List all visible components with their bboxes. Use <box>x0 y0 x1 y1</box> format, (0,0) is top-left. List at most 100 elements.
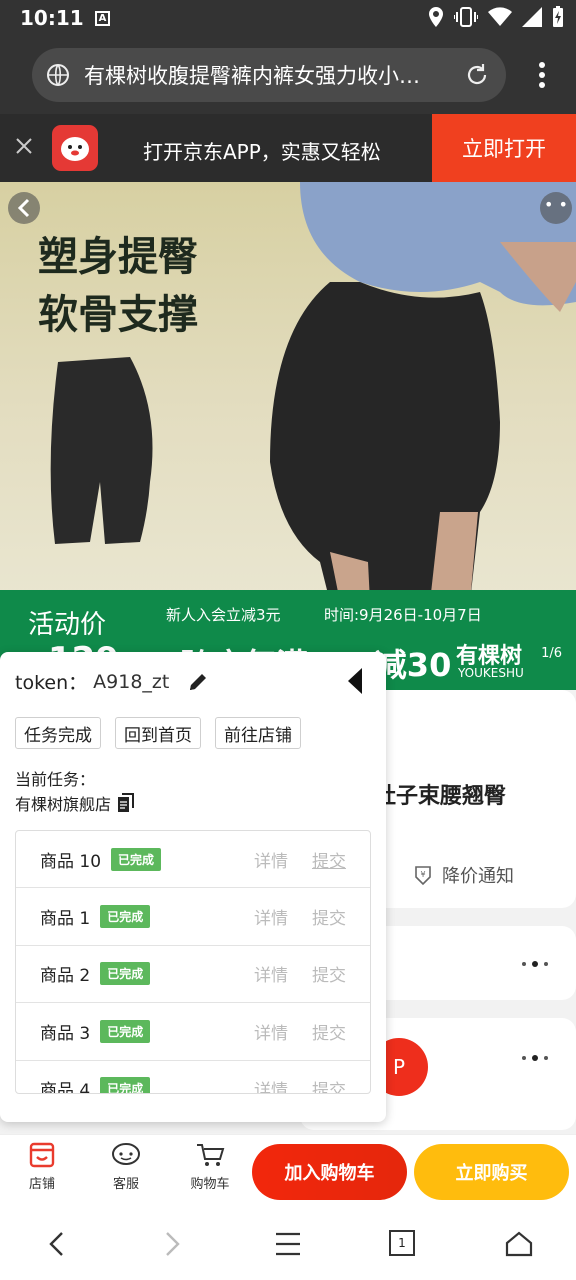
go-shop-button[interactable]: 前往店铺 <box>215 717 301 749</box>
more-dots-icon: • • <box>544 195 568 214</box>
image-counter: 1/6 <box>541 646 562 661</box>
copy-icon[interactable] <box>117 793 135 813</box>
collapse-panel-icon[interactable] <box>346 666 364 696</box>
headline-line-2: 软骨支撑 <box>38 292 198 338</box>
edit-pencil-icon[interactable] <box>187 671 209 693</box>
panel-button-row: 任务完成 回到首页 前往店铺 <box>15 717 301 749</box>
back-button[interactable] <box>8 192 40 224</box>
address-bar[interactable]: 有棵树收腹提臀裤内裤女强力收小… <box>32 48 506 102</box>
detail-link[interactable]: 详情 <box>254 904 288 929</box>
url-text[interactable]: 有棵树收腹提臀裤内裤女强力收小… <box>84 60 444 90</box>
token-value: A918_zt <box>93 670 170 693</box>
item-name: 商品 2 <box>40 966 91 987</box>
home-icon[interactable] <box>505 1230 533 1258</box>
task-list: 商品 10 已完成 详情 提交 商品 1 已完成 详情 提交 商品 2 已完成 … <box>15 830 371 1094</box>
clock: 10:11 <box>20 6 84 30</box>
product-action-bar: 店铺 客服 购物车 加入购物车 立即购买 <box>0 1134 576 1208</box>
token-label: token： <box>15 672 88 694</box>
task-row: 商品 3 已完成 详情 提交 <box>16 1003 370 1061</box>
task-complete-button[interactable]: 任务完成 <box>15 717 101 749</box>
status-badge: 已完成 <box>100 1019 151 1043</box>
submit-link[interactable]: 提交 <box>312 847 346 872</box>
item-name: 商品 1 <box>40 909 91 930</box>
jd-logo <box>52 125 98 171</box>
brand-name-en: YOUKESHU <box>458 666 524 680</box>
go-home-button[interactable]: 回到首页 <box>115 717 201 749</box>
a-notification-icon: A <box>95 11 110 26</box>
task-row: 商品 4 已完成 详情 提交 <box>16 1061 370 1094</box>
item-name: 商品 4 <box>40 1081 91 1094</box>
wifi-icon <box>488 7 512 27</box>
back-icon[interactable] <box>46 1230 66 1258</box>
battery-icon <box>553 6 563 27</box>
detail-link[interactable]: 详情 <box>254 961 288 986</box>
price-notice-button[interactable]: ¥ 降价通知 <box>412 862 514 888</box>
item-name: 商品 3 <box>40 1023 91 1044</box>
browser-nav-bar: 1 <box>0 1208 576 1280</box>
shop-icon <box>29 1142 55 1168</box>
shop-label: 店铺 <box>28 1177 55 1192</box>
status-badge: 已完成 <box>100 962 151 986</box>
spec-dots-icon <box>522 961 548 967</box>
task-row: 商品 10 已完成 详情 提交 <box>16 831 370 889</box>
open-app-button[interactable]: 立即打开 <box>432 114 576 182</box>
task-row: 商品 1 已完成 详情 提交 <box>16 888 370 946</box>
tabs-icon[interactable]: 1 <box>389 1230 415 1256</box>
status-badge: 已完成 <box>111 847 162 871</box>
location-icon <box>429 7 443 27</box>
task-row: 商品 2 已完成 详情 提交 <box>16 946 370 1004</box>
price-tag-icon: ¥ <box>415 866 431 886</box>
jd-dog-icon <box>61 137 89 161</box>
signal-icon <box>522 7 542 27</box>
submit-link[interactable]: 提交 <box>312 904 346 929</box>
current-shop: 有棵树旗舰店 <box>15 791 135 815</box>
submit-link[interactable]: 提交 <box>312 1076 346 1093</box>
service-label: 客服 <box>112 1177 139 1192</box>
token-row: token： A918_zt <box>15 668 209 695</box>
price-notice-label: 降价通知 <box>442 866 514 887</box>
promo-dates: 时间:9月26日-10月7日 <box>324 606 482 624</box>
reload-icon[interactable] <box>464 62 490 88</box>
shop-button[interactable]: 店铺 <box>12 1141 72 1192</box>
current-shop-name: 有棵树旗舰店 <box>15 795 112 814</box>
current-task-label: 当前任务： <box>15 770 96 789</box>
submit-link[interactable]: 提交 <box>312 961 346 986</box>
product-title: 肚子束腰翘臀 <box>374 784 507 809</box>
banner-message: 打开京东APP，实惠又轻松 <box>143 140 381 164</box>
status-badge: 已完成 <box>100 1077 151 1093</box>
service-dots-icon <box>522 1055 548 1061</box>
cart-button[interactable]: 购物车 <box>180 1141 240 1192</box>
more-vert-icon[interactable] <box>538 62 546 88</box>
forward-icon[interactable] <box>163 1230 183 1258</box>
task-panel: token： A918_zt 任务完成 回到首页 前往店铺 当前任务： 有棵树旗… <box>0 652 386 1122</box>
globe-icon <box>47 64 69 86</box>
svg-text:¥: ¥ <box>420 870 425 879</box>
customer-service-button[interactable]: 客服 <box>96 1141 156 1192</box>
vibrate-icon <box>454 7 478 27</box>
cart-icon <box>197 1144 225 1166</box>
status-icons <box>428 6 564 28</box>
chat-icon <box>112 1143 140 1165</box>
close-icon[interactable] <box>14 136 34 156</box>
chevron-left-icon <box>17 198 30 218</box>
browser-toolbar: 有棵树收腹提臀裤内裤女强力收小… <box>0 36 576 114</box>
more-button[interactable]: • • <box>540 192 572 224</box>
member-discount: 新人入会立减3元 <box>166 606 281 624</box>
add-to-cart-button[interactable]: 加入购物车 <box>252 1144 407 1200</box>
app-banner: 打开京东APP，实惠又轻松 立即打开 <box>0 114 576 182</box>
menu-icon[interactable] <box>274 1230 302 1258</box>
status-badge: 已完成 <box>100 905 151 929</box>
tab-count: 1 <box>398 1236 406 1250</box>
hero-headline: 塑身提臀 软骨支撑 <box>38 228 198 344</box>
buy-now-button[interactable]: 立即购买 <box>414 1144 569 1200</box>
activity-price-label: 活动价 <box>28 610 107 640</box>
product-image-carousel[interactable]: 塑身提臀 软骨支撑 • • 活动价 新人入会立减3元 时间:9月26日-10月7… <box>0 182 576 690</box>
submit-link[interactable]: 提交 <box>312 1019 346 1044</box>
status-bar: 10:11 A <box>0 0 576 36</box>
cart-label: 购物车 <box>190 1177 230 1192</box>
detail-link[interactable]: 详情 <box>254 1076 288 1093</box>
detail-link[interactable]: 详情 <box>254 847 288 872</box>
detail-link[interactable]: 详情 <box>254 1019 288 1044</box>
item-name: 商品 10 <box>40 851 102 872</box>
headline-line-1: 塑身提臀 <box>38 234 198 280</box>
